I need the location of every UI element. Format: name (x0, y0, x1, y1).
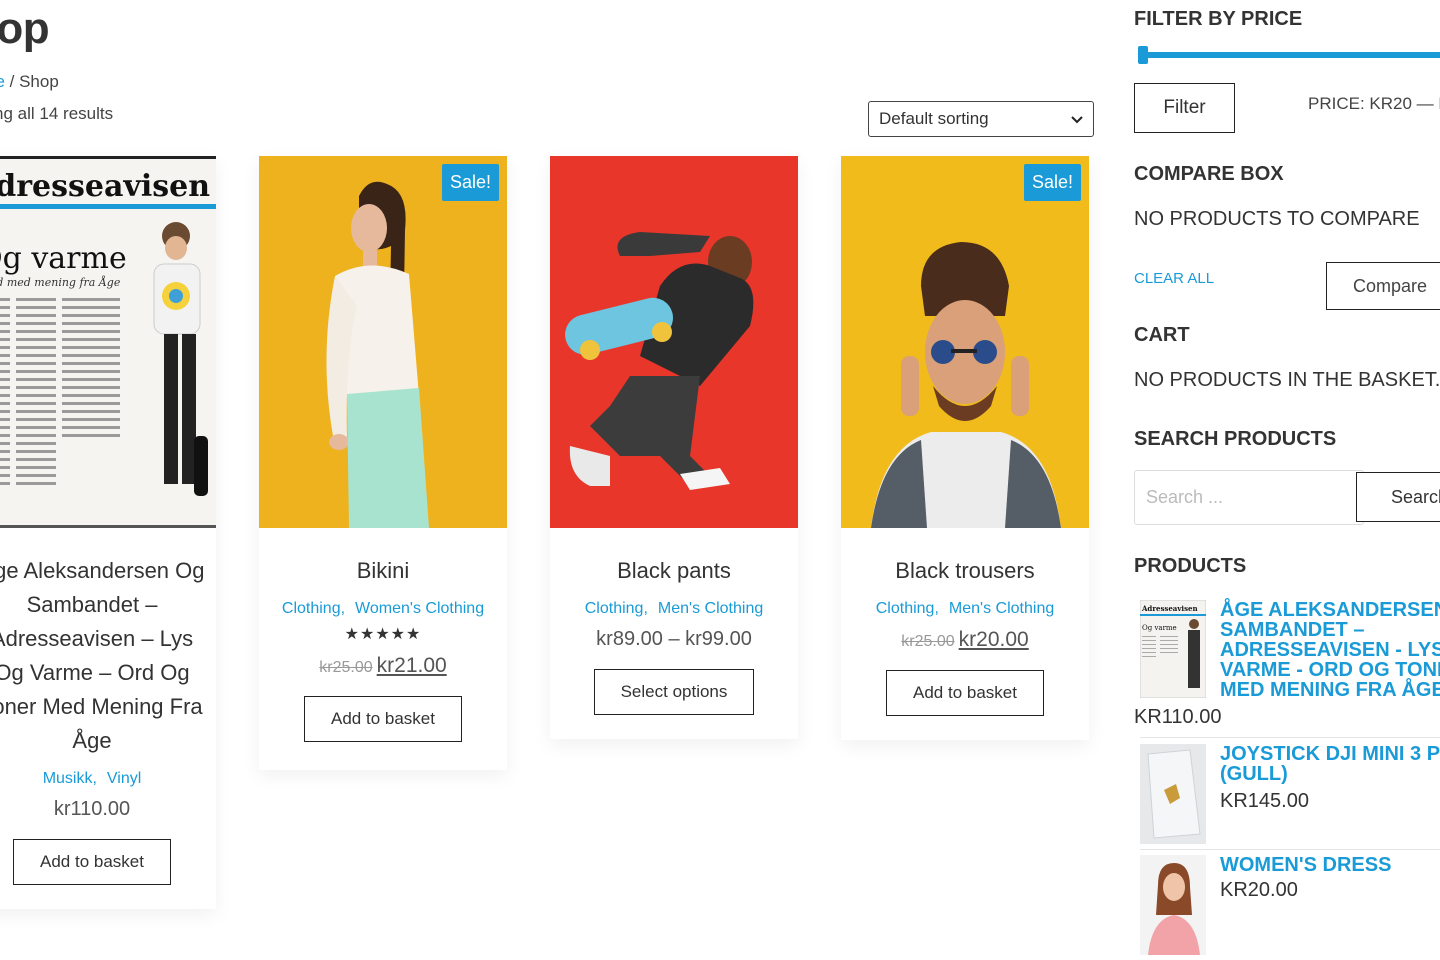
result-count: wing all 14 results (0, 104, 114, 123)
product-card: Sale! Bikini Clothing, Women's Clothing ★… (259, 156, 507, 770)
search-input[interactable]: Search ... (1134, 470, 1364, 525)
product-title[interactable]: Black pants (550, 554, 798, 588)
sale-price: kr20.00 (958, 628, 1029, 651)
product-price: kr89.00 – kr99.00 (596, 628, 752, 650)
sidebar-product-price: KR145.00 (1220, 790, 1309, 812)
cart-heading: CART (1134, 324, 1190, 346)
product-categories: Clothing, Men's Clothing (841, 600, 1089, 618)
category-separator: , (340, 600, 346, 617)
product-price: kr25.00 kr20.00 (841, 628, 1089, 652)
category-link[interactable]: Women's Clothing (355, 600, 484, 617)
category-link[interactable]: Men's Clothing (658, 600, 763, 617)
category-link[interactable]: Musikk (43, 770, 93, 787)
price-range-label: PRICE: KR20 — K (1308, 94, 1440, 113)
category-link[interactable]: Clothing (585, 600, 644, 617)
sidebar-product-title[interactable]: WOMEN'S DRESS (1220, 855, 1391, 875)
title-line: ÅGE ALEKSANDERSEN O (1220, 599, 1440, 621)
product-price: kr110.00 (53, 798, 131, 820)
sidebar-product-item[interactable]: JOYSTICK DJI MINI 3 PR (GULL) KR145.00 (1134, 744, 1440, 844)
star-rating-icon: ★★★★★ (344, 626, 422, 643)
svg-text:Og varme: Og varme (0, 241, 127, 276)
category-link[interactable]: Vinyl (107, 770, 141, 787)
title-line: VARME - ORD OG TONE (1220, 659, 1440, 681)
sidebar-product-price: KR20.00 (1220, 879, 1298, 901)
title-line: (GULL) (1220, 763, 1288, 785)
product-card: Adresseavisen Og varme Ord med mening fr… (0, 156, 216, 909)
compare-button[interactable]: Compare (1326, 262, 1440, 310)
sidebar-product-item[interactable]: Adresseavisen Og varme ÅGE ALEKSANDERSEN… (1134, 600, 1440, 728)
divider (1140, 737, 1440, 738)
title-line: SAMBANDET – (1220, 619, 1365, 641)
sale-price: kr21.00 (376, 654, 447, 677)
product-card: Sale! Black trousers Clothing, Men's Clot… (841, 156, 1089, 740)
select-options-button[interactable]: Select options (593, 669, 755, 715)
product-image[interactable] (550, 156, 798, 528)
add-to-basket-button[interactable]: Add to basket (886, 670, 1044, 716)
product-title[interactable]: Black trousers (841, 554, 1089, 588)
compare-box-heading: COMPARE BOX (1134, 163, 1284, 185)
breadcrumb-current: Shop (19, 72, 59, 91)
products-widget-heading: PRODUCTS (1134, 555, 1247, 577)
divider (1140, 849, 1440, 850)
filter-price-heading: FILTER BY PRICE (1134, 8, 1303, 30)
sidebar-product-thumb[interactable]: Adresseavisen Og varme (1140, 600, 1206, 698)
search-products-heading: SEARCH PRODUCTS (1134, 428, 1337, 450)
sidebar-product-price: KR110.00 (1134, 706, 1222, 728)
breadcrumb: ne / Shop (0, 72, 59, 92)
clear-all-link[interactable]: CLEAR ALL (1134, 270, 1214, 287)
product-title[interactable]: Åge Aleksandersen Og Sambandet – Adresse… (0, 554, 216, 758)
old-price: kr25.00 (319, 659, 373, 676)
product-image[interactable]: Sale! (841, 156, 1089, 528)
compare-empty-text: NO PRODUCTS TO COMPARE (1134, 208, 1420, 230)
product-image[interactable]: Adresseavisen Og varme Ord med mening fr… (0, 156, 216, 528)
title-line: ADRESSEAVISEN - LYS O (1220, 639, 1440, 661)
price-slider-track[interactable] (1140, 52, 1440, 58)
add-to-basket-button[interactable]: Add to basket (13, 839, 171, 885)
product-categories: Musikk, Vinyl (0, 770, 216, 788)
title-line: WOMEN'S DRESS (1220, 854, 1392, 876)
cart-empty-text: NO PRODUCTS IN THE BASKET. (1134, 369, 1440, 391)
category-separator: , (934, 600, 939, 617)
search-button[interactable]: Search (1356, 472, 1440, 522)
category-link[interactable]: Men's Clothing (949, 600, 1054, 617)
product-image[interactable]: Sale! (259, 156, 507, 528)
price-slider-handle[interactable] (1138, 46, 1148, 64)
svg-text:Adresseavisen: Adresseavisen (1141, 604, 1198, 613)
category-separator: , (92, 770, 97, 787)
sidebar-product-thumb[interactable] (1140, 744, 1206, 844)
page-title: hop (0, 4, 50, 53)
title-line: JOYSTICK DJI MINI 3 PR (1220, 743, 1440, 765)
chevron-down-icon (1071, 112, 1083, 127)
svg-text:Ord med mening fra Åge: Ord med mening fra Åge (0, 275, 121, 289)
sidebar-product-item[interactable]: WOMEN'S DRESS KR20.00 (1134, 855, 1440, 955)
old-price: kr25.00 (901, 633, 955, 650)
sidebar-product-title[interactable]: JOYSTICK DJI MINI 3 PR (GULL) (1220, 744, 1440, 784)
category-separator: , (643, 600, 648, 617)
svg-text:Adresseavisen: Adresseavisen (0, 169, 210, 204)
sorting-selected-value: Default sorting (879, 109, 989, 128)
sidebar-product-thumb[interactable] (1140, 855, 1206, 955)
title-line: MED MENING FRA ÅGE (1220, 679, 1440, 701)
add-to-basket-button[interactable]: Add to basket (304, 696, 462, 742)
product-price: kr25.00 kr21.00 (259, 654, 507, 678)
product-card: Black pants Clothing, Men's Clothing kr89… (550, 156, 798, 739)
svg-text:Og varme: Og varme (1142, 624, 1177, 632)
category-link[interactable]: Clothing (876, 600, 935, 617)
filter-button[interactable]: Filter (1134, 83, 1235, 133)
product-categories: Clothing, Men's Clothing (550, 600, 798, 618)
sale-badge: Sale! (441, 164, 499, 201)
product-title[interactable]: Bikini (259, 554, 507, 588)
sidebar-product-title[interactable]: ÅGE ALEKSANDERSEN O SAMBANDET – ADRESSEA… (1220, 600, 1440, 700)
sale-badge: Sale! (1023, 164, 1081, 201)
category-link[interactable]: Clothing (282, 600, 341, 617)
breadcrumb-separator: / (4, 72, 20, 91)
sorting-select[interactable]: Default sorting (868, 101, 1094, 137)
product-categories: Clothing, Women's Clothing (259, 600, 507, 618)
